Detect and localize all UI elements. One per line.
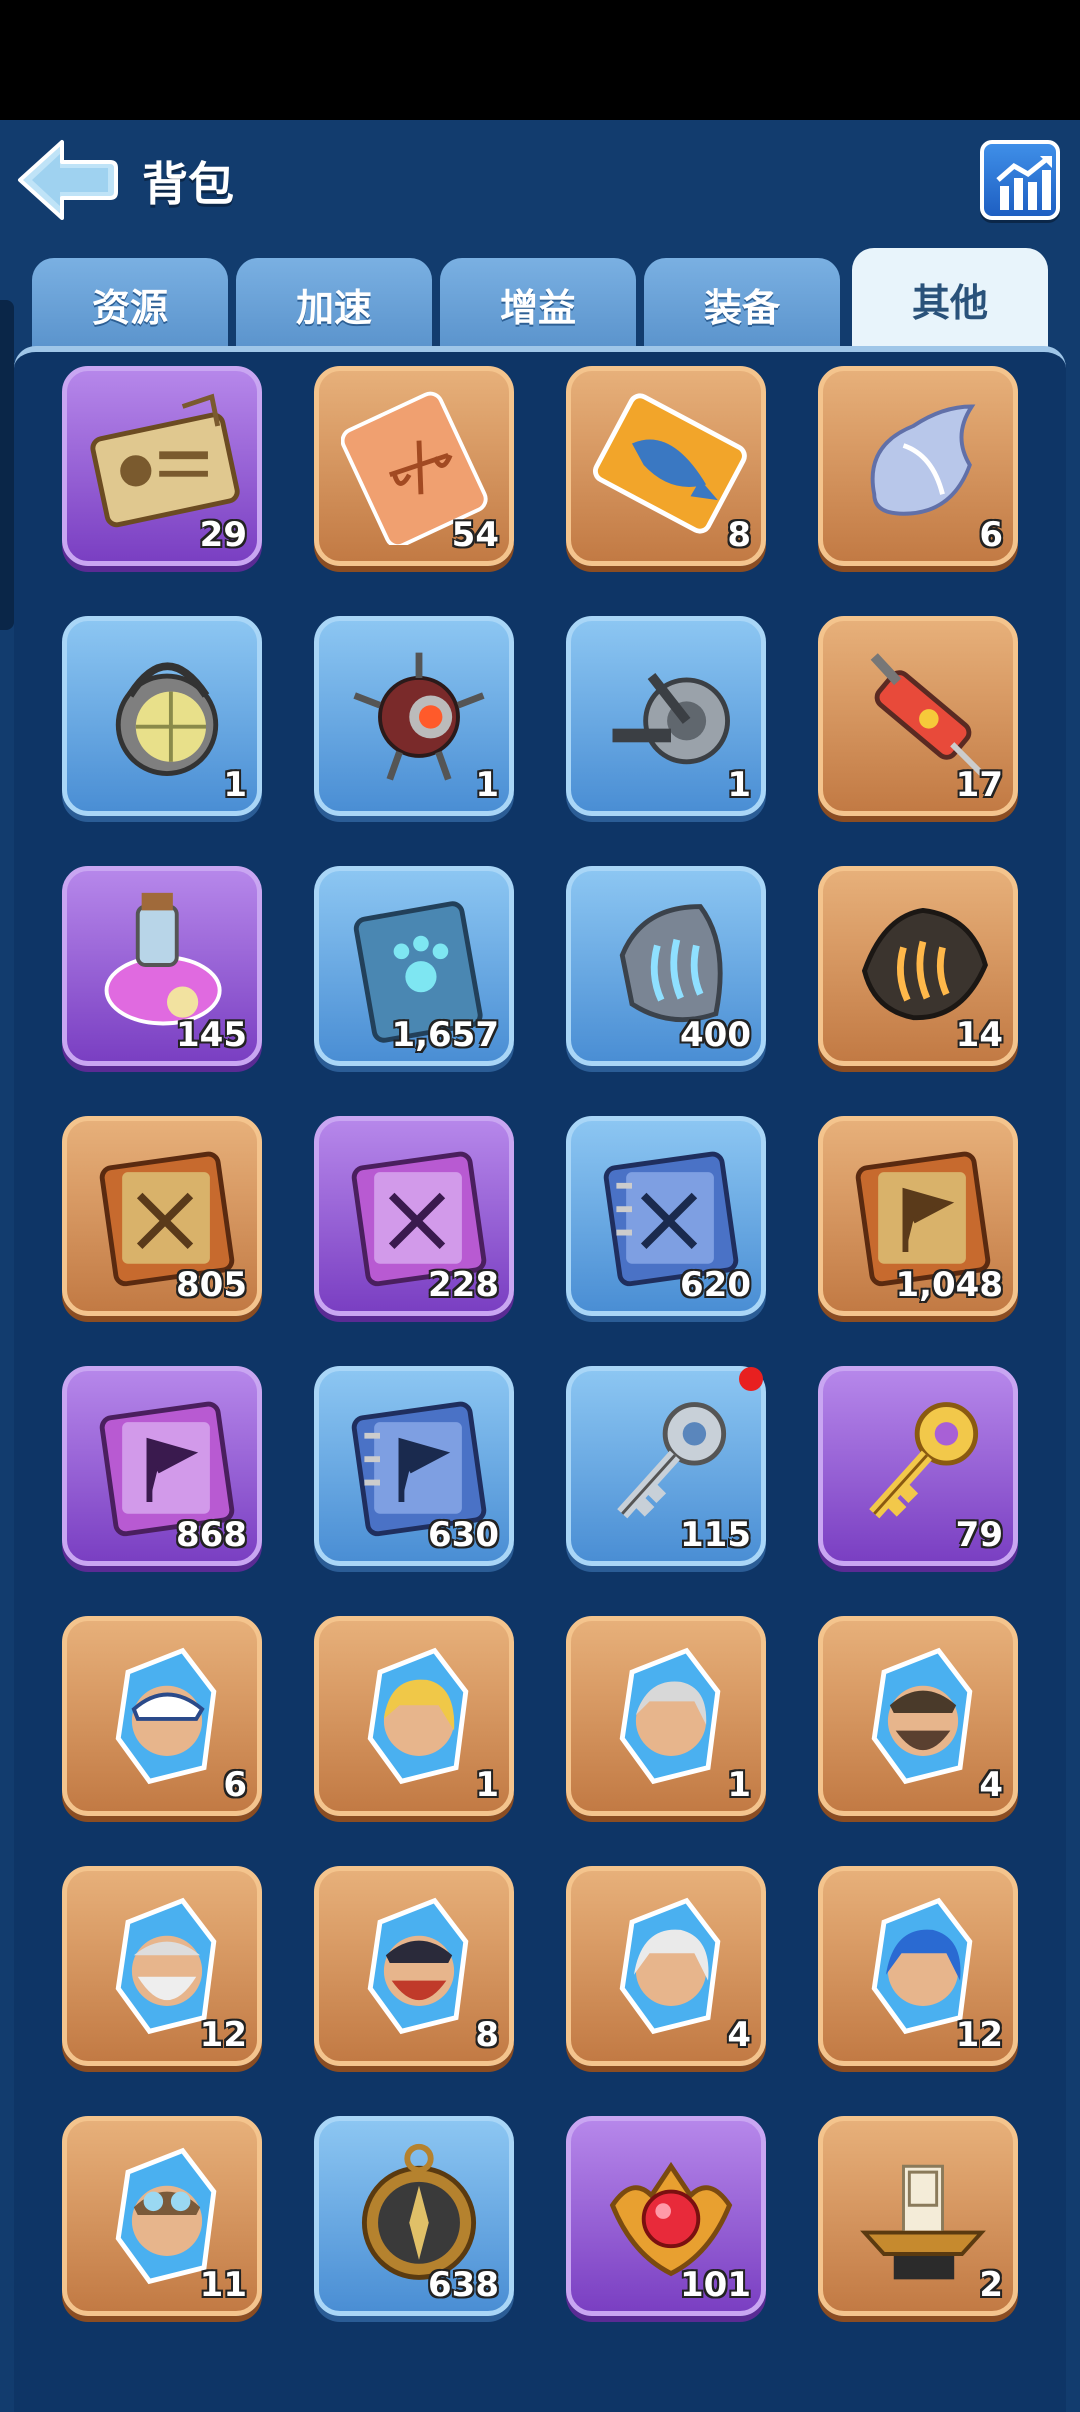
- inventory-item[interactable]: 1,657: [314, 866, 514, 1066]
- item-count: 1: [475, 765, 499, 805]
- inventory-item[interactable]: 29: [62, 366, 262, 566]
- item-count: 6: [223, 1765, 247, 1805]
- drone-icon: [353, 652, 485, 781]
- item-count: 145: [176, 1015, 247, 1055]
- item-count: 1: [727, 1765, 751, 1805]
- inventory-item[interactable]: 115: [566, 1366, 766, 1566]
- status-bar: [0, 0, 1080, 120]
- inventory-item[interactable]: 11: [62, 2116, 262, 2316]
- inventory-item[interactable]: 6: [62, 1616, 262, 1816]
- item-count: 101: [680, 2265, 751, 2305]
- item-count: 2: [979, 2265, 1003, 2305]
- item-count: 1: [475, 1765, 499, 1805]
- inventory-item[interactable]: 8: [314, 1866, 514, 2066]
- item-count: 6: [979, 515, 1003, 555]
- bar-chart-icon: [996, 156, 1052, 210]
- ship-trophy-icon: [860, 2164, 986, 2280]
- inventory-item[interactable]: 101: [566, 2116, 766, 2316]
- item-count: 12: [955, 2015, 1003, 2055]
- item-count: 400: [680, 1015, 751, 1055]
- item-count: 4: [727, 2015, 751, 2055]
- inventory-grid: 29 54 8 6 1 1 1 17 145 1,657 400 14 805 228 620 1,048 86…: [62, 366, 1062, 2386]
- item-count: 14: [955, 1015, 1003, 1055]
- inventory-item[interactable]: 17: [818, 616, 1018, 816]
- inventory-item[interactable]: 805: [62, 1116, 262, 1316]
- item-count: 8: [475, 2015, 499, 2055]
- item-count: 638: [428, 2265, 499, 2305]
- item-count: 11: [199, 2265, 247, 2305]
- item-count: 115: [680, 1515, 751, 1555]
- inventory-item[interactable]: 4: [818, 1616, 1018, 1816]
- tab-speedups[interactable]: 加速: [236, 258, 432, 350]
- hero-crystal-grey-hair-icon: [619, 1647, 721, 1785]
- inventory-item[interactable]: 54: [314, 366, 514, 566]
- hero-crystal-red-beard-icon: [367, 1897, 469, 2035]
- inventory-item[interactable]: 630: [314, 1366, 514, 1566]
- item-count: 630: [428, 1515, 499, 1555]
- inventory-item[interactable]: 4: [566, 1866, 766, 2066]
- header: 背包: [0, 120, 1080, 240]
- item-count: 4: [979, 1765, 1003, 1805]
- page-title: 背包: [142, 157, 234, 211]
- fishing-reel-icon: [612, 672, 730, 765]
- hero-crystal-blonde-icon: [367, 1647, 469, 1785]
- item-count: 868: [176, 1515, 247, 1555]
- tab-bar: 资源 加速 增益 装备 其他: [32, 248, 1048, 350]
- inventory-item[interactable]: 1: [566, 1616, 766, 1816]
- item-count: 1,657: [391, 1015, 499, 1055]
- back-arrow-icon: [18, 140, 118, 220]
- item-count: 1,048: [895, 1265, 1003, 1305]
- fish-ticket-icon: [593, 393, 747, 534]
- item-count: 1: [727, 765, 751, 805]
- item-count: 12: [199, 2015, 247, 2055]
- hero-crystal-cap-icon: [115, 1647, 217, 1785]
- hero-crystal-bearded-icon: [871, 1647, 973, 1785]
- inventory-item[interactable]: 12: [818, 1866, 1018, 2066]
- inventory-item[interactable]: 6: [818, 366, 1018, 566]
- inventory-item[interactable]: 14: [818, 866, 1018, 1066]
- stats-button[interactable]: [980, 140, 1060, 220]
- inventory-item[interactable]: 638: [314, 2116, 514, 2316]
- shell-icon: [870, 404, 976, 516]
- inventory-item[interactable]: 2: [818, 2116, 1018, 2316]
- item-count: 79: [955, 1515, 1003, 1555]
- item-count: 620: [680, 1265, 751, 1305]
- item-count: 228: [428, 1265, 499, 1305]
- inventory-item[interactable]: 8: [566, 366, 766, 566]
- item-count: 54: [451, 515, 499, 555]
- inventory-item[interactable]: 868: [62, 1366, 262, 1566]
- inventory-item[interactable]: 1: [314, 616, 514, 816]
- inventory-item[interactable]: 228: [314, 1116, 514, 1316]
- inventory-item[interactable]: 1,048: [818, 1116, 1018, 1316]
- tab-other[interactable]: 其他: [852, 248, 1048, 350]
- inventory-item[interactable]: 1: [566, 616, 766, 816]
- item-count: 1: [223, 765, 247, 805]
- tab-equipment[interactable]: 装备: [644, 258, 840, 350]
- inventory-item[interactable]: 620: [566, 1116, 766, 1316]
- tab-boosts[interactable]: 增益: [440, 258, 636, 350]
- inventory-item[interactable]: 12: [62, 1866, 262, 2066]
- inventory-item[interactable]: 79: [818, 1366, 1018, 1566]
- inventory-item[interactable]: 145: [62, 866, 262, 1066]
- side-drawer-handle[interactable]: [0, 300, 14, 630]
- hero-crystal-white-hair-icon: [619, 1897, 721, 2035]
- inventory-item[interactable]: 1: [62, 616, 262, 816]
- item-count: 8: [727, 515, 751, 555]
- item-count: 29: [199, 515, 247, 555]
- inventory-item[interactable]: 400: [566, 866, 766, 1066]
- item-count: 17: [955, 765, 1003, 805]
- tab-resources[interactable]: 资源: [32, 258, 228, 350]
- back-button[interactable]: [14, 136, 118, 224]
- notification-dot: [739, 1367, 763, 1391]
- inventory-item[interactable]: 1: [314, 1616, 514, 1816]
- lamp-icon: [115, 662, 219, 776]
- item-count: 805: [176, 1265, 247, 1305]
